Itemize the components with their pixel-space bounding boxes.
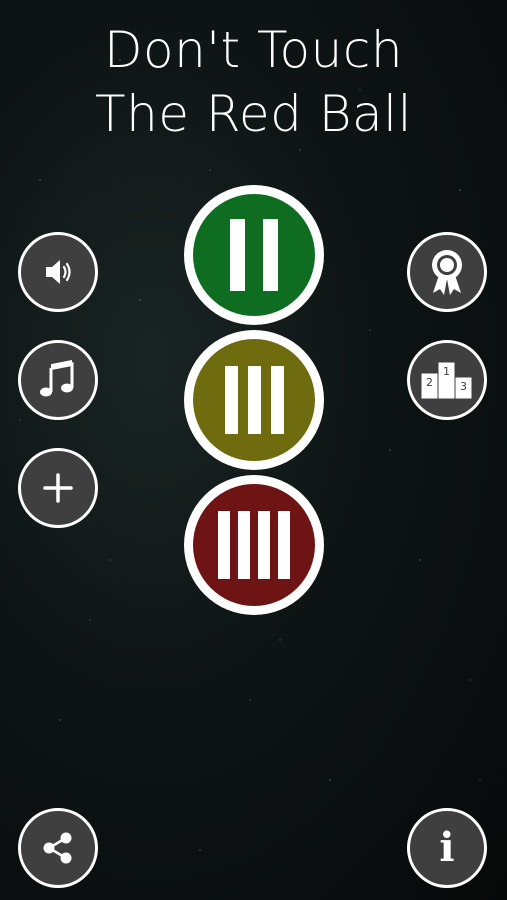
level-3-color-disc	[193, 339, 315, 461]
sound-toggle-button[interactable]	[18, 232, 98, 312]
share-button[interactable]	[18, 808, 98, 888]
plus-icon	[43, 473, 73, 503]
title-line-1: Don't Touch	[103, 21, 404, 79]
podium-label-2: 2	[426, 376, 433, 389]
award-ribbon-icon	[432, 250, 462, 295]
leaderboard-button[interactable]: 1 2 3	[407, 340, 487, 420]
achievements-button[interactable]	[407, 232, 487, 312]
level-4-balls-button[interactable]	[184, 475, 324, 615]
four-bars-icon	[218, 511, 290, 579]
level-3-balls-button[interactable]	[184, 330, 324, 470]
info-icon: i	[439, 824, 455, 871]
music-toggle-button[interactable]	[18, 340, 98, 420]
podium-leaderboard-icon: 1 2 3	[420, 361, 473, 400]
share-icon	[43, 832, 72, 864]
title-line-2: The Red Ball	[95, 85, 412, 143]
game-title: Don't Touch The Red Ball	[0, 18, 507, 146]
music-note-icon	[40, 360, 74, 397]
add-button[interactable]	[18, 448, 98, 528]
three-bars-icon	[224, 366, 284, 434]
info-button[interactable]: i	[407, 808, 487, 888]
level-2-balls-button[interactable]	[184, 185, 324, 325]
two-bars-icon	[230, 219, 278, 291]
level-2-color-disc	[193, 194, 315, 316]
podium-label-1: 1	[443, 365, 450, 378]
podium-label-3: 3	[460, 380, 467, 393]
speaker-icon	[46, 260, 71, 284]
level-4-color-disc	[193, 484, 315, 606]
